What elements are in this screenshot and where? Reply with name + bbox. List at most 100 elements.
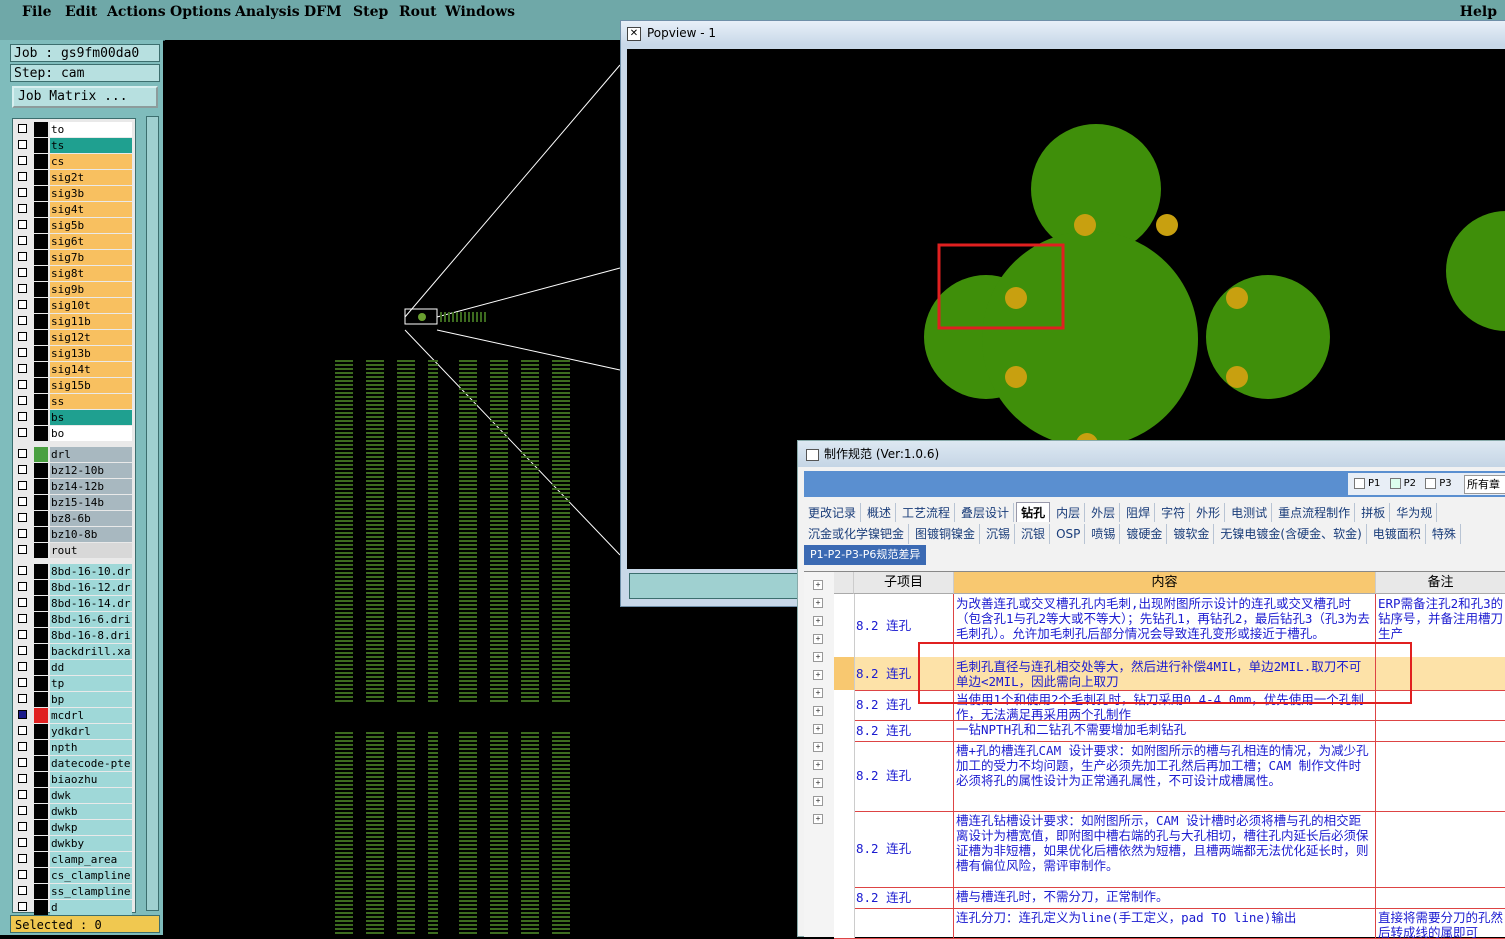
spec-tab[interactable]: 拼板 <box>1357 503 1391 522</box>
layer-row[interactable]: ydkdrl <box>13 724 135 739</box>
tab-spec-diff[interactable]: P1-P2-P3-P6规范差异 <box>804 545 927 565</box>
spec-tab[interactable]: 沉金或化学镍钯金 <box>804 524 910 544</box>
layer-checkbox[interactable] <box>18 300 27 309</box>
layer-checkbox[interactable] <box>18 412 27 421</box>
layer-checkbox[interactable] <box>18 614 27 623</box>
layer-checkbox[interactable] <box>18 481 27 490</box>
row-indicator[interactable] <box>834 690 855 720</box>
layer-checkbox[interactable] <box>18 630 27 639</box>
layer-row[interactable]: 8bd-16-8.dri <box>13 628 135 643</box>
layer-checkbox[interactable] <box>18 332 27 341</box>
spec-tab[interactable]: 电镀面积 <box>1369 524 1426 544</box>
layer-checkbox[interactable] <box>18 822 27 831</box>
expand-row-icon[interactable]: + <box>813 760 823 770</box>
layer-row[interactable]: sig11b <box>13 314 135 329</box>
layer-checkbox[interactable] <box>18 678 27 687</box>
layer-row[interactable]: sig14t <box>13 362 135 377</box>
layer-checkbox[interactable] <box>18 838 27 847</box>
menu-windows[interactable]: Windows <box>445 4 515 20</box>
layer-checkbox[interactable] <box>18 742 27 751</box>
layer-checkbox[interactable] <box>18 662 27 671</box>
spec-tab[interactable]: 外形 <box>1192 503 1226 522</box>
layer-row[interactable]: cs_clampline <box>13 868 135 883</box>
layer-row[interactable]: 8bd-16-6.dri <box>13 612 135 627</box>
spec-tab[interactable]: 内层 <box>1052 503 1086 522</box>
layer-row[interactable]: bz14-12b <box>13 479 135 494</box>
menu-dfm[interactable]: DFM <box>304 4 342 20</box>
layer-checkbox[interactable] <box>18 236 27 245</box>
spec-tab[interactable]: 无镍电镀金(含硬金、软金) <box>1216 524 1367 544</box>
select-all-header[interactable] <box>834 572 854 594</box>
layer-row[interactable]: mcdrl <box>13 708 135 723</box>
layer-checkbox[interactable] <box>18 854 27 863</box>
expand-row-icon[interactable]: + <box>813 670 823 680</box>
expand-row-icon[interactable]: + <box>813 598 823 608</box>
layer-checkbox[interactable] <box>18 465 27 474</box>
layer-checkbox[interactable] <box>18 316 27 325</box>
layer-row[interactable]: sig9b <box>13 282 135 297</box>
row-indicator[interactable] <box>834 887 855 908</box>
layer-row[interactable]: 8bd-16-12.dr <box>13 580 135 595</box>
expand-row-icon[interactable]: + <box>813 634 823 644</box>
layer-row[interactable]: dwkp <box>13 820 135 835</box>
menu-actions[interactable]: Actions <box>107 4 166 20</box>
layer-checkbox[interactable] <box>18 497 27 506</box>
table-row[interactable]: 8.2 连孔 槽+孔的槽连孔CAM 设计要求：如附图所示的槽与孔相连的情况，为减少… <box>834 741 1505 812</box>
layer-row[interactable]: sig2t <box>13 170 135 185</box>
layer-checkbox[interactable] <box>18 380 27 389</box>
menu-help[interactable]: Help <box>1460 4 1497 20</box>
layer-checkbox[interactable] <box>18 220 27 229</box>
layer-checkbox[interactable] <box>18 124 27 133</box>
layer-checkbox[interactable] <box>18 806 27 815</box>
layer-row[interactable]: bs <box>13 410 135 425</box>
spec-tab[interactable]: 喷锡 <box>1087 524 1121 544</box>
table-row[interactable]: 8.2 连孔 一钻NPTH孔和二钻孔不需要增加毛刺钻孔 <box>834 720 1505 742</box>
layer-row[interactable]: 8bd-16-10.dr <box>13 564 135 579</box>
layer-row[interactable]: sig12t <box>13 330 135 345</box>
layer-checkbox[interactable] <box>18 566 27 575</box>
graphic-canvas[interactable] <box>165 40 625 935</box>
layer-row[interactable]: sig8t <box>13 266 135 281</box>
layer-checkbox[interactable] <box>18 545 27 554</box>
layer-row[interactable]: sig5b <box>13 218 135 233</box>
chapter-select[interactable]: 所有章 <box>1464 475 1505 494</box>
layer-row[interactable]: clamp_area <box>13 852 135 867</box>
spec-tab[interactable]: 电测试 <box>1227 503 1273 522</box>
spec-tab[interactable]: 工艺流程 <box>898 503 956 522</box>
layer-row[interactable]: sig13b <box>13 346 135 361</box>
layer-row[interactable]: ss_clampline <box>13 884 135 899</box>
layer-checkbox[interactable] <box>18 582 27 591</box>
layer-checkbox[interactable] <box>18 529 27 538</box>
menu-step[interactable]: Step <box>353 4 388 20</box>
layer-row[interactable]: dd <box>13 660 135 675</box>
expand-row-icon[interactable]: + <box>813 724 823 734</box>
layer-checkbox[interactable] <box>18 790 27 799</box>
layer-checkbox[interactable] <box>18 513 27 522</box>
spec-tab[interactable]: 特殊 <box>1428 524 1461 544</box>
spec-tab[interactable]: 阻焊 <box>1122 503 1156 522</box>
layer-row[interactable]: sig10t <box>13 298 135 313</box>
spec-tab[interactable]: 更改记录 <box>804 503 862 522</box>
row-indicator[interactable] <box>834 811 855 887</box>
expand-row-icon[interactable]: + <box>813 652 823 662</box>
layer-checkbox[interactable] <box>18 870 27 879</box>
layer-list-scrollbar[interactable] <box>146 116 159 911</box>
layer-checkbox[interactable] <box>18 774 27 783</box>
layer-row[interactable]: d <box>13 900 135 915</box>
table-row[interactable]: 8.2 连孔 槽连孔钻槽设计要求：如附图所示，CAM 设计槽时必须将槽与孔的相交距… <box>834 811 1505 888</box>
spec-tab[interactable]: 华为规 <box>1392 503 1438 522</box>
layer-row[interactable]: bz8-6b <box>13 511 135 526</box>
spec-tab[interactable]: 外层 <box>1087 503 1121 522</box>
expand-row-icon[interactable]: + <box>813 616 823 626</box>
layer-row[interactable]: tp <box>13 676 135 691</box>
spec-titlebar[interactable]: 制作规范 (Ver:1.0.6) <box>798 441 1505 467</box>
layer-row[interactable]: sig4t <box>13 202 135 217</box>
menu-edit[interactable]: Edit <box>65 4 97 20</box>
layer-row[interactable]: bz12-10b <box>13 463 135 478</box>
spec-tab[interactable]: 沉银 <box>1017 524 1051 544</box>
row-indicator[interactable] <box>834 594 855 657</box>
layer-row[interactable]: to <box>13 122 135 137</box>
spec-tab[interactable]: 镀软金 <box>1169 524 1215 544</box>
layer-row[interactable]: dwkby <box>13 836 135 851</box>
layer-checkbox[interactable] <box>18 252 27 261</box>
